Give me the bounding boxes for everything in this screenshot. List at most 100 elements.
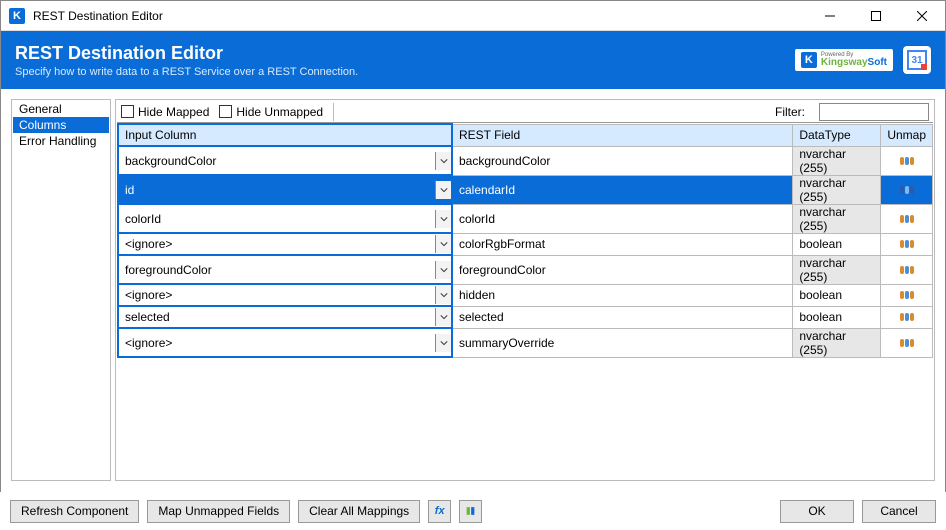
hide-mapped-checkbox[interactable]: Hide Mapped [121,105,209,119]
checkbox-icon [121,105,134,118]
chevron-down-icon[interactable] [435,334,451,352]
separator [333,103,334,121]
table-row[interactable]: selectedselectedboolean [118,306,933,328]
input-column-value: colorId [119,212,435,226]
unmap-icon[interactable] [900,266,914,274]
input-column-value: backgroundColor [119,154,435,168]
sidebar-item-columns[interactable]: Columns [13,117,109,133]
table-row[interactable]: backgroundColorbackgroundColornvarchar (… [118,146,933,175]
ok-button[interactable]: OK [780,500,854,523]
toolbar: Hide Mapped Hide Unmapped Filter: [117,101,933,123]
chevron-down-icon[interactable] [435,210,451,228]
rest-field-cell: calendarId [452,175,793,204]
filter-label: Filter: [775,105,809,119]
input-column-value: id [119,183,435,197]
unmap-cell[interactable] [881,255,933,284]
datatype-cell: nvarchar (255) [793,328,881,357]
logo-k-icon: K [801,52,817,68]
table-row[interactable]: foregroundColorforegroundColornvarchar (… [118,255,933,284]
unmap-cell[interactable] [881,146,933,175]
sidebar: GeneralColumnsError Handling [11,99,111,481]
clear-all-mappings-button[interactable]: Clear All Mappings [298,500,420,523]
input-column-cell[interactable]: <ignore> [118,233,452,255]
unmap-icon[interactable] [900,157,914,165]
kingswaysoft-logo: K Powered By KingswaySoft [795,49,893,71]
input-column-cell[interactable]: id [118,175,452,204]
footer: Refresh Component Map Unmapped Fields Cl… [0,492,946,530]
minimize-button[interactable] [807,1,853,30]
chevron-down-icon[interactable] [435,308,451,326]
unmap-cell[interactable] [881,306,933,328]
unmap-cell[interactable] [881,328,933,357]
unmap-cell[interactable] [881,284,933,306]
main-panel: Hide Mapped Hide Unmapped Filter: Input … [115,99,935,481]
datatype-cell: nvarchar (255) [793,175,881,204]
unmap-cell[interactable] [881,204,933,233]
map-unmapped-fields-button[interactable]: Map Unmapped Fields [147,500,290,523]
header-text: REST Destination Editor Specify how to w… [15,43,795,78]
table-row[interactable]: id calendarIdnvarchar (255) [118,175,933,204]
columns-icon [466,504,475,518]
input-column-cell[interactable]: <ignore> [118,284,452,306]
unmap-icon[interactable] [900,240,914,248]
window-title: REST Destination Editor [33,9,807,23]
expression-fx-button[interactable]: fx [428,500,451,523]
table-row[interactable]: <ignore>colorRgbFormatboolean [118,233,933,255]
google-calendar-icon: 31 [903,46,931,74]
chevron-down-icon[interactable] [435,261,451,279]
checkbox-icon [219,105,232,118]
input-column-value: foregroundColor [119,263,435,277]
datatype-cell: nvarchar (255) [793,146,881,175]
filter-input[interactable] [819,103,929,121]
chevron-down-icon[interactable] [435,286,451,304]
chevron-down-icon[interactable] [435,235,451,253]
table-row[interactable]: <ignore>hiddenboolean [118,284,933,306]
unmap-cell[interactable] [881,233,933,255]
header-input-column[interactable]: Input Column [118,124,452,146]
input-column-cell[interactable]: <ignore> [118,328,452,357]
rest-field-cell: foregroundColor [452,255,793,284]
page-subtitle: Specify how to write data to a REST Serv… [15,66,795,78]
close-button[interactable] [899,1,945,30]
table-row[interactable]: colorIdcolorIdnvarchar (255) [118,204,933,233]
page-title: REST Destination Editor [15,43,795,64]
hide-unmapped-label: Hide Unmapped [236,105,323,119]
window-controls [807,1,945,30]
titlebar: K REST Destination Editor [1,1,945,31]
chevron-down-icon[interactable] [435,152,451,170]
rest-field-cell: hidden [452,284,793,306]
sidebar-item-general[interactable]: General [13,101,109,117]
unmap-icon[interactable] [900,215,914,223]
maximize-button[interactable] [853,1,899,30]
columns-icon-button[interactable] [459,500,482,523]
header-rest-field[interactable]: REST Field [452,124,793,146]
input-column-cell[interactable]: colorId [118,204,452,233]
table-row[interactable]: <ignore>summaryOverridenvarchar (255) [118,328,933,357]
sidebar-item-error-handling[interactable]: Error Handling [13,133,109,149]
chevron-down-icon[interactable] [435,181,451,199]
input-column-cell[interactable]: backgroundColor [118,146,452,175]
header-datatype[interactable]: DataType [793,124,881,146]
rest-field-cell: summaryOverride [452,328,793,357]
refresh-component-button[interactable]: Refresh Component [10,500,139,523]
unmap-icon[interactable] [900,186,914,194]
input-column-cell[interactable]: selected [118,306,452,328]
unmap-icon[interactable] [900,339,914,347]
input-column-cell[interactable]: foregroundColor [118,255,452,284]
datatype-cell: boolean [793,284,881,306]
mapping-grid: Input Column REST Field DataType Unmap b… [117,123,933,479]
hide-unmapped-checkbox[interactable]: Hide Unmapped [219,105,323,119]
unmap-icon[interactable] [900,291,914,299]
input-column-value: <ignore> [119,237,435,251]
cancel-button[interactable]: Cancel [862,500,936,523]
unmap-icon[interactable] [900,313,914,321]
datatype-cell: nvarchar (255) [793,204,881,233]
datatype-cell: nvarchar (255) [793,255,881,284]
datatype-cell: boolean [793,306,881,328]
unmap-cell[interactable] [881,175,933,204]
content-area: GeneralColumnsError Handling Hide Mapped… [1,89,945,481]
hide-mapped-label: Hide Mapped [138,105,209,119]
rest-field-cell: selected [452,306,793,328]
app-icon: K [9,8,25,24]
header-unmap[interactable]: Unmap [881,124,933,146]
